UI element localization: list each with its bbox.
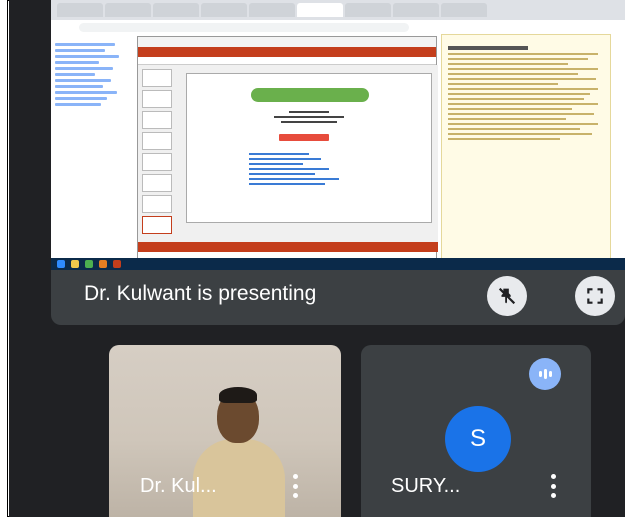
notice-line	[448, 138, 560, 140]
slide-thumb	[142, 111, 172, 129]
page-link	[55, 67, 113, 70]
browser-tab-strip	[51, 0, 625, 20]
page-link	[55, 43, 115, 46]
participant-name: SURY...	[391, 475, 461, 497]
notice-line	[448, 63, 568, 65]
page-link	[55, 85, 103, 88]
fullscreen-button[interactable]	[575, 276, 615, 316]
page-link	[55, 91, 117, 94]
current-slide	[186, 73, 432, 223]
ppt-body	[138, 65, 438, 252]
browser-tab	[249, 3, 295, 17]
page-link	[55, 49, 105, 52]
notice-line	[448, 83, 558, 85]
page-link	[55, 97, 107, 100]
slide-thumb-selected	[142, 216, 172, 234]
avatar: S	[445, 406, 511, 472]
unpin-button[interactable]	[487, 276, 527, 316]
notice-line	[448, 73, 578, 75]
more-vert-icon	[550, 474, 556, 479]
notice-line	[448, 123, 598, 125]
slide-banner	[251, 88, 369, 102]
slide-thumb	[142, 69, 172, 87]
browser-tab	[345, 3, 391, 17]
notice-line	[448, 93, 590, 95]
meet-call-area: Dr. Kulwant is presenting Dr. Kul... S S…	[9, 0, 625, 517]
browser-tab	[57, 3, 103, 17]
notice-line	[448, 103, 598, 105]
more-options-button[interactable]	[543, 471, 563, 501]
more-vert-icon	[292, 474, 298, 479]
more-vert-icon-dot	[292, 493, 298, 498]
browser-tab	[105, 3, 151, 17]
presenter-banner-text: Dr. Kulwant is presenting	[84, 282, 317, 305]
notice-line	[448, 88, 598, 90]
app-icon	[99, 260, 107, 268]
slide-links	[249, 150, 349, 188]
slide-thumb	[142, 90, 172, 108]
chrome-icon	[85, 260, 93, 268]
participant-tile-kulwant[interactable]: Dr. Kul...	[109, 345, 341, 517]
page-link	[55, 73, 95, 76]
page-link	[55, 79, 111, 82]
ppt-ribbon-tabs	[138, 57, 436, 65]
slide-contact-text	[269, 108, 349, 126]
browser-address-bar	[51, 20, 625, 34]
notice-line	[448, 98, 584, 100]
left-border	[0, 0, 8, 517]
url-field	[79, 22, 409, 32]
powerpoint-window	[137, 36, 438, 261]
powerpoint-icon	[113, 260, 121, 268]
more-vert-icon-dot	[292, 483, 298, 489]
page-link	[55, 61, 99, 64]
ppt-statusbar	[138, 242, 438, 252]
slide-logo	[279, 134, 329, 141]
slide-thumbnails	[142, 69, 176, 249]
slide-thumb	[142, 195, 172, 213]
browser-tab	[393, 3, 439, 17]
slide-thumb	[142, 174, 172, 192]
audio-bar	[548, 371, 552, 377]
windows-taskbar	[51, 258, 625, 270]
browser-tab	[441, 3, 487, 17]
notice-line	[448, 78, 596, 80]
page-left-column	[51, 34, 141, 270]
browser-tab-active	[297, 3, 343, 17]
folder-icon	[71, 260, 79, 268]
person-hair	[219, 387, 257, 403]
start-icon	[57, 260, 65, 268]
fullscreen-icon	[587, 288, 603, 304]
browser-tab	[153, 3, 199, 17]
shared-screen-content	[51, 0, 625, 270]
notice-line	[448, 68, 598, 70]
slide-thumb	[142, 153, 172, 171]
notice-line	[448, 113, 594, 115]
browser-tab	[201, 3, 247, 17]
notice-line	[448, 108, 572, 110]
ppt-titlebar	[138, 37, 436, 47]
audio-bar	[538, 371, 542, 377]
notice-line	[448, 133, 592, 135]
ppt-ribbon	[138, 47, 436, 57]
notice-line	[448, 58, 588, 60]
page-link	[55, 103, 101, 106]
notice-title	[448, 46, 528, 50]
notice-line	[448, 53, 598, 55]
page-link	[55, 55, 119, 58]
notices-panel	[441, 34, 611, 270]
slide-thumb	[142, 132, 172, 150]
more-options-button[interactable]	[285, 471, 305, 501]
audio-level-icon	[529, 358, 561, 390]
more-vert-icon-dot	[550, 493, 556, 498]
participant-name: Dr. Kul...	[140, 475, 217, 497]
audio-bar	[543, 369, 547, 379]
shared-screen-tile[interactable]: Dr. Kulwant is presenting	[51, 0, 625, 325]
more-vert-icon-dot	[550, 483, 556, 489]
notice-line	[448, 128, 580, 130]
participant-tile-sury[interactable]: S SURY...	[361, 345, 591, 517]
unpin-icon	[498, 287, 516, 305]
notice-line	[448, 118, 566, 120]
web-page	[51, 34, 625, 270]
